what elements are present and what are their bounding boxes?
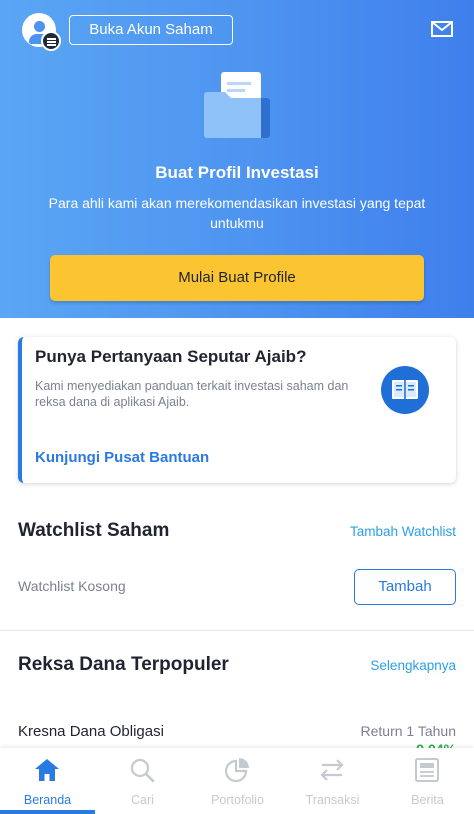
search-icon	[130, 758, 155, 783]
nav-label: Beranda	[23, 793, 72, 807]
bottom-navigation: Beranda Cari Portofolio Transaksi Berita	[0, 748, 474, 814]
help-card[interactable]: Punya Pertanyaan Seputar Ajaib? Kami men…	[18, 337, 456, 483]
hero-banner: Buka Akun Saham Buat Profil Investasi Pa…	[0, 0, 474, 318]
nav-label: Portofolio	[211, 793, 264, 807]
watchlist-empty-text: Watchlist Kosong	[18, 578, 126, 594]
add-watchlist-button[interactable]: Tambah	[354, 569, 456, 605]
nav-item-berita[interactable]: Berita	[380, 748, 474, 814]
menu-icon	[41, 31, 61, 51]
pie-chart-icon	[224, 758, 249, 783]
help-card-description: Kami menyediakan panduan terkait investa…	[35, 379, 349, 409]
book-icon	[381, 366, 429, 414]
start-profile-button[interactable]: Mulai Buat Profile	[50, 255, 424, 301]
folder-icon	[204, 72, 270, 138]
watchlist-title: Watchlist Saham	[18, 520, 170, 541]
nav-item-portofolio[interactable]: Portofolio	[190, 748, 285, 814]
profile-avatar-button[interactable]	[22, 13, 61, 51]
nav-item-cari[interactable]: Cari	[95, 748, 190, 814]
nav-label: Cari	[131, 793, 154, 807]
hero-title: Buat Profil Investasi	[155, 163, 319, 182]
help-center-link[interactable]: Kunjungi Pusat Bantuan	[35, 449, 209, 466]
add-watchlist-link[interactable]: Tambah Watchlist	[350, 524, 456, 539]
help-card-title: Punya Pertanyaan Seputar Ajaib?	[35, 347, 307, 366]
nav-label: Transaksi	[305, 793, 360, 807]
see-more-link[interactable]: Selengkapnya	[370, 658, 456, 673]
hero-subtitle: Para ahli kami akan merekomendasikan inv…	[48, 195, 426, 231]
transfer-icon	[320, 759, 344, 781]
mail-icon[interactable]	[431, 21, 453, 37]
news-icon	[415, 758, 439, 782]
nav-label: Berita	[411, 793, 444, 807]
active-tab-indicator	[0, 810, 95, 814]
nav-item-beranda[interactable]: Beranda	[0, 748, 95, 814]
home-icon	[35, 759, 59, 781]
section-divider	[0, 630, 474, 631]
mutual-funds-title: Reksa Dana Terpopuler	[18, 654, 229, 675]
fund-return-value: 9.04%	[416, 741, 456, 748]
fund-return-label: Return 1 Tahun	[360, 723, 456, 739]
fund-name: Kresna Dana Obligasi	[18, 723, 164, 740]
open-stock-account-button[interactable]: Buka Akun Saham	[69, 15, 233, 45]
nav-item-transaksi[interactable]: Transaksi	[285, 748, 380, 814]
